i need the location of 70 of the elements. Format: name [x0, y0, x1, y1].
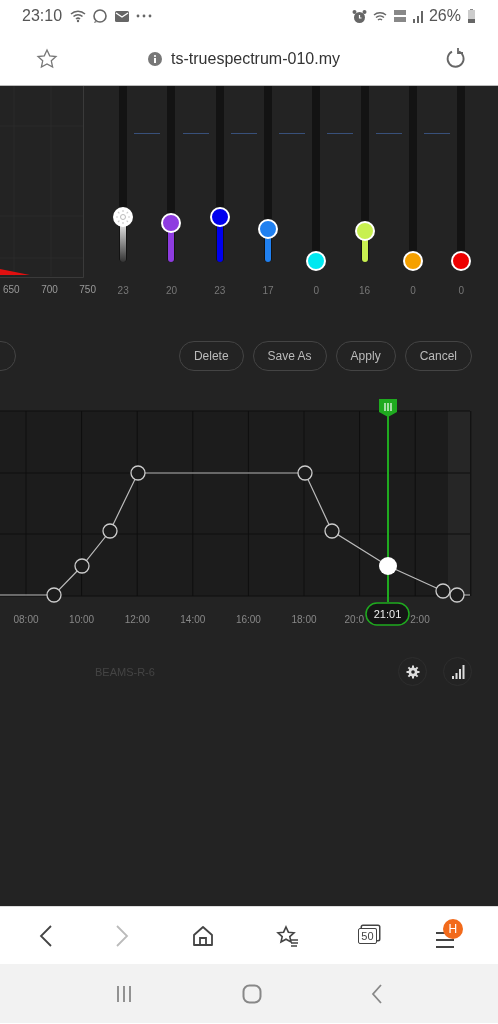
- limit-line-segment: [134, 133, 161, 134]
- action-button[interactable]: Delete: [178, 341, 244, 371]
- vertical-slider[interactable]: [401, 86, 424, 272]
- vertical-slider[interactable]: [450, 86, 473, 272]
- time-label: 08:00: [13, 614, 39, 625]
- channel-value: 20: [165, 285, 177, 296]
- bookmarks-icon: [276, 924, 300, 947]
- channel-value: 16: [359, 285, 371, 296]
- settings-icon: [405, 664, 420, 679]
- back-icon: [39, 924, 54, 947]
- channel-value: 0: [458, 285, 464, 296]
- limit-line-segment: [279, 133, 306, 134]
- home-icon: [191, 924, 214, 947]
- signal-icon: [412, 9, 423, 23]
- channel-value: 17: [262, 285, 274, 296]
- bookmark-star-button[interactable]: [36, 47, 58, 70]
- channel-value: 23: [214, 285, 226, 296]
- alarm-clock-icon: [351, 8, 367, 24]
- channel-value: 23: [117, 285, 129, 296]
- time-label: 2:00: [410, 614, 430, 625]
- point-handle[interactable]: [449, 587, 465, 603]
- signal-strength-icon: [450, 664, 465, 679]
- channel-value: 0: [313, 285, 320, 296]
- action-button[interactable]: Save As: [252, 341, 327, 371]
- point-handle[interactable]: [297, 465, 313, 481]
- action-button[interactable]: Cancel: [404, 341, 472, 371]
- wifi-icon: [372, 9, 387, 23]
- wifi-icon: [70, 9, 87, 23]
- point-handle[interactable]: [74, 558, 90, 574]
- axis-label: 650: [3, 284, 20, 295]
- battery-percent: 26%: [428, 7, 461, 25]
- limit-line-segment: [424, 133, 450, 134]
- url-text[interactable]: ts-truespectrum-010.my: [171, 49, 340, 68]
- clock-time: 23:10: [22, 7, 63, 25]
- info-icon: [148, 51, 163, 66]
- time-label: 10:00: [69, 614, 95, 625]
- battery-icon: [467, 8, 476, 24]
- limit-line-segment: [230, 133, 257, 134]
- back-icon: [371, 983, 384, 1004]
- point-handle[interactable]: [324, 523, 340, 539]
- time-label: 18:00: [291, 614, 317, 625]
- time-label: 14:00: [180, 614, 206, 625]
- forward-icon: [115, 924, 130, 947]
- point-handle[interactable]: [435, 583, 451, 599]
- time-label: 16:00: [235, 614, 261, 625]
- sun-icon: [116, 210, 131, 225]
- limit-line-segment: [327, 133, 354, 134]
- current-time-marker[interactable]: [379, 399, 397, 603]
- home-icon: [242, 983, 262, 1004]
- time-label: 20:0: [344, 614, 364, 625]
- notification-badge: H: [442, 918, 463, 939]
- vertical-slider[interactable]: [305, 86, 328, 272]
- current-time-badge: 21:01: [365, 602, 410, 626]
- point-handle[interactable]: [130, 465, 146, 481]
- settings-button[interactable]: [398, 657, 427, 686]
- more-dots-icon: [136, 13, 153, 19]
- axis-label: 750: [79, 284, 96, 295]
- action-button[interactable]: Apply: [335, 341, 396, 371]
- point-handle[interactable]: [102, 523, 118, 539]
- signal-strength-button[interactable]: [443, 657, 472, 686]
- bookmark-star-icon: [36, 47, 58, 70]
- limit-line-segment: [375, 133, 402, 134]
- chat-bubble-icon: [92, 8, 109, 24]
- channel-value: 0: [410, 285, 416, 296]
- recent-apps-icon: [114, 984, 133, 1003]
- time-label: 12:00: [124, 614, 150, 625]
- axis-label: 700: [41, 284, 58, 295]
- limit-line-segment: [182, 133, 209, 134]
- envelope-icon: [114, 9, 131, 23]
- point-handle[interactable]: [46, 587, 62, 603]
